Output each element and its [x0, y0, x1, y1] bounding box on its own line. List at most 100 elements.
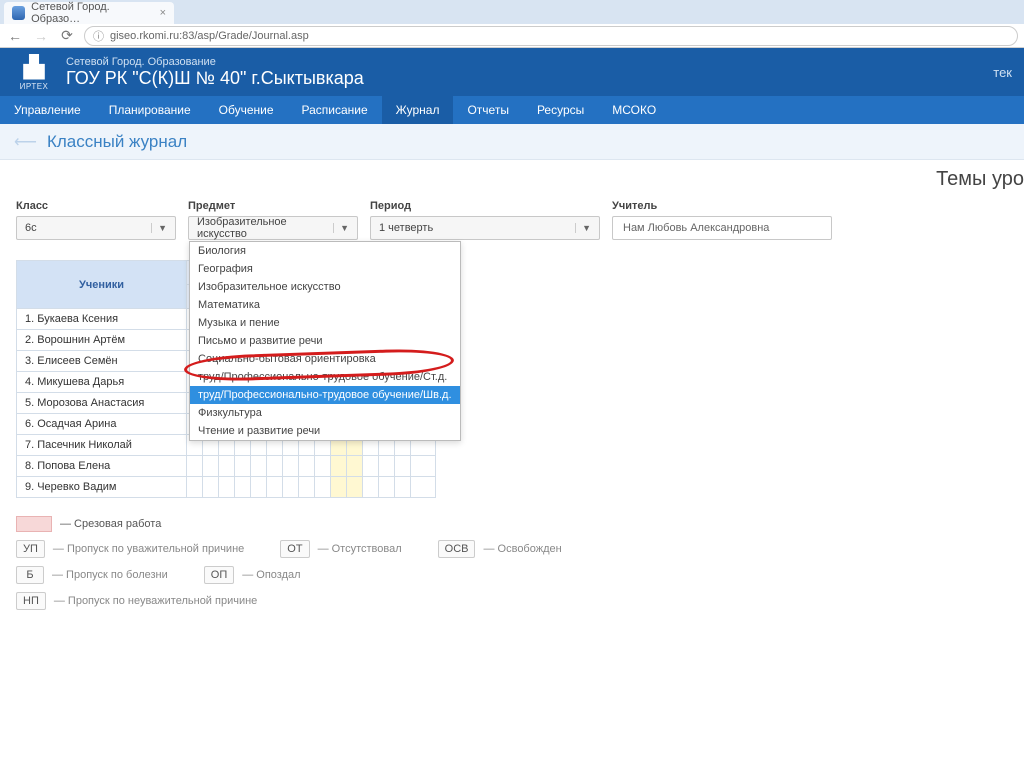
subject-option[interactable]: Биология [190, 242, 460, 260]
grade-cell[interactable] [395, 456, 411, 477]
legend-badge-op: ОП [204, 566, 234, 584]
subject-option[interactable]: труд/Профессионально-трудовое обучение/С… [190, 368, 460, 386]
app-title: ГОУ РК "С(К)Ш № 40" г.Сыктывкара [66, 68, 364, 89]
grade-cell[interactable] [379, 477, 395, 498]
subject-option[interactable]: Социально-бытовая ориентировка [190, 350, 460, 368]
nav-item-6[interactable]: Ресурсы [523, 96, 598, 124]
subject-option[interactable]: Музыка и пение [190, 314, 460, 332]
student-name: 8. Попова Елена [17, 456, 187, 477]
subject-option[interactable]: Изобразительное искусство [190, 278, 460, 296]
student-name: 3. Елисеев Семён [17, 351, 187, 372]
legend-ot-text: — Отсутствовал [318, 543, 402, 555]
grade-cell[interactable] [283, 477, 299, 498]
subject-option[interactable]: Математика [190, 296, 460, 314]
nav-item-3[interactable]: Расписание [288, 96, 382, 124]
filter-subject: Предмет Изобразительное искусство ▼ Биол… [188, 200, 358, 240]
legend-badge-ot: ОТ [280, 540, 309, 558]
url-text: giseo.rkomi.ru:83/asp/Grade/Journal.asp [110, 30, 309, 42]
grade-cell[interactable] [267, 477, 283, 498]
filter-class: Класс 6с ▼ [16, 200, 176, 240]
chevron-down-icon: ▼ [575, 223, 591, 233]
chevron-down-icon: ▼ [333, 223, 349, 233]
subject-option[interactable]: Чтение и развитие речи [190, 422, 460, 440]
period-select[interactable]: 1 четверть ▼ [370, 216, 600, 240]
teacher-value: Нам Любовь Александровна [612, 216, 832, 240]
nav-item-5[interactable]: Отчеты [453, 96, 522, 124]
filter-teacher-label: Учитель [612, 200, 832, 212]
browser-toolbar: ← → ⟳ ⓘ giseo.rkomi.ru:83/asp/Grade/Jour… [0, 24, 1024, 48]
students-header: Ученики [17, 261, 187, 309]
nav-item-1[interactable]: Планирование [95, 96, 205, 124]
grade-cell[interactable] [235, 456, 251, 477]
class-select[interactable]: 6с ▼ [16, 216, 176, 240]
main-nav: УправлениеПланированиеОбучениеРасписание… [0, 96, 1024, 124]
grade-cell[interactable] [219, 456, 235, 477]
grade-cell[interactable] [331, 456, 347, 477]
filter-class-label: Класс [16, 200, 176, 212]
grade-cell[interactable] [203, 456, 219, 477]
page-title: Классный журнал [47, 132, 187, 152]
grade-cell[interactable] [395, 477, 411, 498]
filters-row: Класс 6с ▼ Предмет Изобразительное искус… [16, 200, 1008, 240]
student-name: 1. Букаева Ксения [17, 309, 187, 330]
student-name: 7. Пасечник Николай [17, 435, 187, 456]
student-name: 4. Микушева Дарья [17, 372, 187, 393]
student-name: 2. Ворошнин Артём [17, 330, 187, 351]
subject-option[interactable]: Физкультура [190, 404, 460, 422]
grade-cell[interactable] [203, 477, 219, 498]
grade-cell[interactable] [331, 477, 347, 498]
grade-cell[interactable] [315, 477, 331, 498]
grade-cell[interactable] [251, 477, 267, 498]
subject-option[interactable]: География [190, 260, 460, 278]
grade-cell[interactable] [347, 456, 363, 477]
nav-item-2[interactable]: Обучение [205, 96, 288, 124]
forward-icon[interactable]: → [32, 28, 50, 44]
legend-np-text: — Пропуск по неуважительной причине [54, 595, 257, 607]
grade-cell[interactable] [187, 477, 203, 498]
address-bar[interactable]: ⓘ giseo.rkomi.ru:83/asp/Grade/Journal.as… [84, 26, 1018, 46]
back-icon[interactable]: ← [6, 28, 24, 44]
grade-cell[interactable] [299, 456, 315, 477]
header-right: тек [993, 65, 1012, 80]
reload-icon[interactable]: ⟳ [58, 27, 76, 44]
nav-item-0[interactable]: Управление [0, 96, 95, 124]
grade-cell[interactable] [347, 477, 363, 498]
grade-cell[interactable] [363, 456, 379, 477]
close-icon[interactable]: × [160, 7, 166, 19]
student-name: 9. Черевко Вадим [17, 477, 187, 498]
grade-cell[interactable] [235, 477, 251, 498]
legend-badge-b: Б [16, 566, 44, 584]
grade-cell[interactable] [379, 456, 395, 477]
student-name: 6. Осадчая Арина [17, 414, 187, 435]
grade-cell[interactable] [251, 456, 267, 477]
subject-dropdown: БиологияГеографияИзобразительное искусст… [189, 241, 461, 441]
legend-osv-text: — Освобожден [483, 543, 561, 555]
content: Темы уро Класс 6с ▼ Предмет Изобразитель… [0, 160, 1024, 634]
grade-cell[interactable] [411, 477, 436, 498]
filter-subject-label: Предмет [188, 200, 358, 212]
legend-op-text: — Опоздал [242, 569, 300, 581]
subject-select[interactable]: Изобразительное искусство ▼ БиологияГеог… [188, 216, 358, 240]
grade-cell[interactable] [299, 477, 315, 498]
subject-value: Изобразительное искусство [197, 216, 333, 240]
nav-item-4[interactable]: Журнал [382, 96, 454, 124]
grade-cell[interactable] [267, 456, 283, 477]
grade-cell[interactable] [187, 456, 203, 477]
logo-icon [16, 54, 52, 80]
filter-period: Период 1 четверть ▼ [370, 200, 600, 240]
grade-cell[interactable] [363, 477, 379, 498]
grade-cell[interactable] [315, 456, 331, 477]
legend-badge-np: НП [16, 592, 46, 610]
subject-option[interactable]: труд/Профессионально-трудовое обучение/Ш… [190, 386, 460, 404]
nav-item-7[interactable]: МСОКО [598, 96, 670, 124]
subject-option[interactable]: Письмо и развитие речи [190, 332, 460, 350]
grade-cell[interactable] [411, 456, 436, 477]
app-header: ИРТЕХ Сетевой Город. Образование ГОУ РК … [0, 48, 1024, 96]
grade-cell[interactable] [283, 456, 299, 477]
themes-heading: Темы уро [936, 168, 1024, 191]
browser-tab[interactable]: Сетевой Город. Образо… × [4, 2, 174, 24]
grade-cell[interactable] [219, 477, 235, 498]
back-arrow-icon[interactable]: ⟵ [14, 132, 37, 152]
info-icon: ⓘ [93, 28, 104, 44]
browser-chrome: Сетевой Город. Образо… × ← → ⟳ ⓘ giseo.r… [0, 0, 1024, 48]
